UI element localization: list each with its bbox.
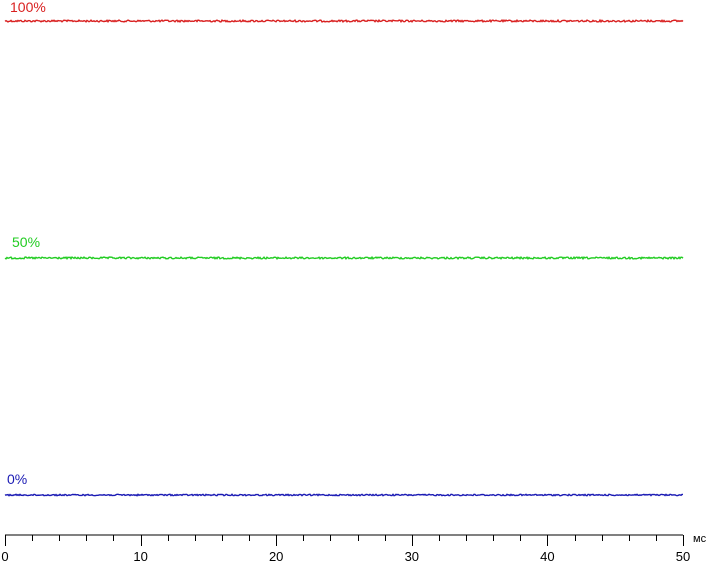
series-line-100-percent [4, 18, 684, 24]
series-layer: 100% 50% 0% [4, 0, 684, 497]
x-tick-label: 0 [1, 549, 8, 562]
x-tick-label: 20 [269, 549, 283, 562]
x-tick-label: 30 [405, 549, 419, 562]
series-line-0-percent [4, 493, 684, 497]
x-tick-label: 10 [133, 549, 147, 562]
series-label-50-percent: 50% [12, 234, 40, 250]
x-tick-label: 50 [676, 549, 690, 562]
x-axis-unit-label: мс [693, 533, 707, 545]
x-axis: 0 10 20 30 40 50мс [1, 533, 706, 562]
x-tick-label: 40 [540, 549, 554, 562]
series-line-50-percent [4, 255, 684, 261]
series-label-0-percent: 0% [7, 471, 27, 487]
series-label-100-percent: 100% [10, 0, 46, 15]
brightness-chart: 100% 50% 0% 0 10 20 30 40 50мс [1, 0, 706, 562]
